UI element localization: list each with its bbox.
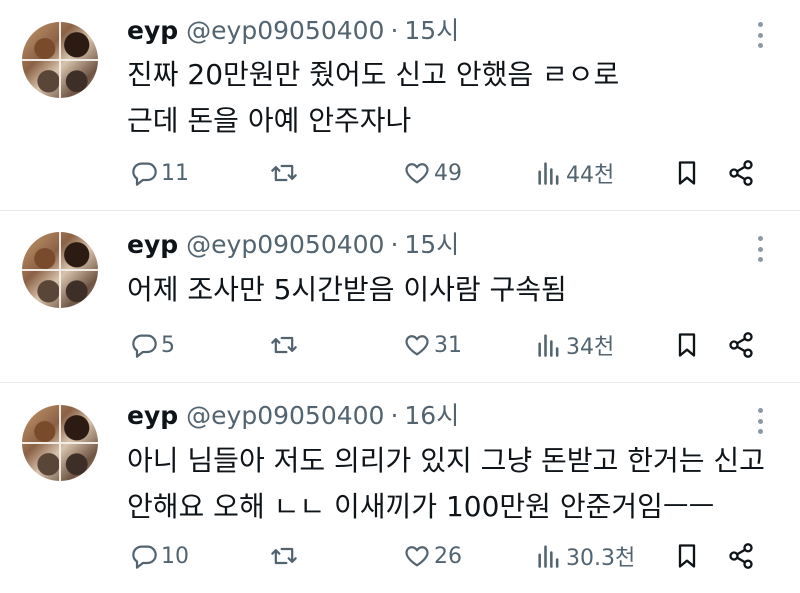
like-button[interactable]: 26 bbox=[403, 539, 462, 573]
bookmark-icon bbox=[678, 544, 696, 568]
action-bar: 10 26 30.3천 bbox=[130, 539, 770, 573]
share-icon bbox=[729, 332, 753, 358]
tweet-header: eyp @eyp09050400 · 15시 bbox=[127, 16, 459, 46]
like-count: 31 bbox=[434, 332, 462, 358]
tweet-header: eyp @eyp09050400 · 16시 bbox=[127, 401, 459, 431]
views-icon bbox=[538, 334, 559, 357]
tweet-text-line: 안해요 오해 ㄴㄴ 이새끼가 100만원 안준거임ㅡㅡ bbox=[127, 490, 715, 523]
action-bar: 5 31 34천 bbox=[130, 328, 770, 362]
bookmark-icon bbox=[678, 333, 696, 357]
user-handle[interactable]: @eyp09050400 bbox=[186, 401, 384, 430]
tweet-text: 어제 조사만 5시간받음 이사람 구속됨 bbox=[127, 267, 567, 313]
display-name[interactable]: eyp bbox=[127, 16, 178, 45]
like-count: 26 bbox=[434, 543, 462, 569]
tweet-text-line: 진짜 20만원만 줬어도 신고 안했음 ㄹㅇ로 bbox=[127, 58, 620, 91]
reply-icon bbox=[132, 162, 157, 186]
reply-icon bbox=[132, 334, 157, 358]
tweet-text-line: 아니 님들아 저도 의리가 있지 그냥 돈받고 한거는 신고 bbox=[127, 444, 765, 477]
tweet-text: 진짜 20만원만 줬어도 신고 안했음 ㄹㅇ로 근데 돈을 아예 안주자나 bbox=[127, 52, 619, 144]
separator-dot: · bbox=[390, 16, 399, 45]
retweet-button[interactable] bbox=[270, 156, 298, 190]
bookmark-button[interactable] bbox=[673, 328, 701, 362]
timestamp[interactable]: 15시 bbox=[404, 230, 459, 259]
tweet-text-line: 근데 돈을 아예 안주자나 bbox=[127, 104, 412, 137]
share-button[interactable] bbox=[727, 156, 755, 190]
views-icon bbox=[538, 162, 559, 185]
tweet[interactable]: eyp @eyp09050400 · 15시 진짜 20만원만 줬어도 신고 안했음 … bbox=[0, 0, 800, 210]
like-count: 49 bbox=[434, 160, 462, 186]
views-button[interactable]: 44천 bbox=[535, 156, 614, 190]
reply-icon bbox=[132, 545, 157, 569]
reply-count: 11 bbox=[161, 160, 189, 186]
view-count: 44천 bbox=[566, 163, 615, 188]
timestamp[interactable]: 15시 bbox=[404, 16, 459, 45]
more-icon[interactable] bbox=[758, 408, 764, 434]
bookmark-button[interactable] bbox=[673, 539, 701, 573]
separator-dot: · bbox=[390, 401, 399, 430]
share-button[interactable] bbox=[727, 328, 755, 362]
heart-icon bbox=[405, 163, 429, 184]
retweet-icon bbox=[271, 336, 297, 354]
views-button[interactable]: 34천 bbox=[535, 328, 614, 362]
timestamp[interactable]: 16시 bbox=[404, 401, 459, 430]
avatar[interactable] bbox=[22, 22, 98, 98]
avatar[interactable] bbox=[22, 405, 98, 481]
reply-button[interactable]: 10 bbox=[130, 539, 189, 573]
display-name[interactable]: eyp bbox=[127, 401, 178, 430]
avatar[interactable] bbox=[22, 232, 98, 308]
retweet-button[interactable] bbox=[270, 539, 298, 573]
like-button[interactable]: 49 bbox=[403, 156, 462, 190]
separator-dot: · bbox=[390, 230, 399, 259]
tweet-text: 아니 님들아 저도 의리가 있지 그냥 돈받고 한거는 신고 안해요 오해 ㄴㄴ… bbox=[127, 438, 765, 530]
heart-icon bbox=[405, 335, 429, 356]
more-icon[interactable] bbox=[758, 236, 764, 262]
action-bar: 11 49 44천 bbox=[130, 156, 770, 190]
reply-button[interactable]: 11 bbox=[130, 156, 189, 190]
tweet[interactable]: eyp @eyp09050400 · 15시 어제 조사만 5시간받음 이사람 구속됨… bbox=[0, 211, 800, 382]
tweet-header: eyp @eyp09050400 · 15시 bbox=[127, 230, 459, 260]
share-button[interactable] bbox=[727, 539, 755, 573]
view-count: 34천 bbox=[566, 335, 615, 360]
heart-icon bbox=[405, 546, 429, 567]
share-icon bbox=[729, 543, 753, 569]
retweet-icon bbox=[271, 164, 297, 182]
share-icon bbox=[729, 160, 753, 186]
view-count: 30.3천 bbox=[566, 546, 636, 571]
retweet-button[interactable] bbox=[270, 328, 298, 362]
reply-button[interactable]: 5 bbox=[130, 328, 175, 362]
tweet[interactable]: eyp @eyp09050400 · 16시 아니 님들아 저도 의리가 있지 그냥 … bbox=[0, 383, 800, 593]
display-name[interactable]: eyp bbox=[127, 230, 178, 259]
views-button[interactable]: 30.3천 bbox=[535, 539, 635, 573]
user-handle[interactable]: @eyp09050400 bbox=[186, 230, 384, 259]
bookmark-button[interactable] bbox=[673, 156, 701, 190]
retweet-icon bbox=[271, 547, 297, 565]
like-button[interactable]: 31 bbox=[403, 328, 462, 362]
user-handle[interactable]: @eyp09050400 bbox=[186, 16, 384, 45]
reply-count: 5 bbox=[161, 332, 175, 358]
views-icon bbox=[538, 545, 559, 568]
more-icon[interactable] bbox=[758, 22, 764, 48]
reply-count: 10 bbox=[161, 543, 189, 569]
tweet-text-line: 어제 조사만 5시간받음 이사람 구속됨 bbox=[127, 273, 567, 306]
bookmark-icon bbox=[678, 161, 696, 185]
